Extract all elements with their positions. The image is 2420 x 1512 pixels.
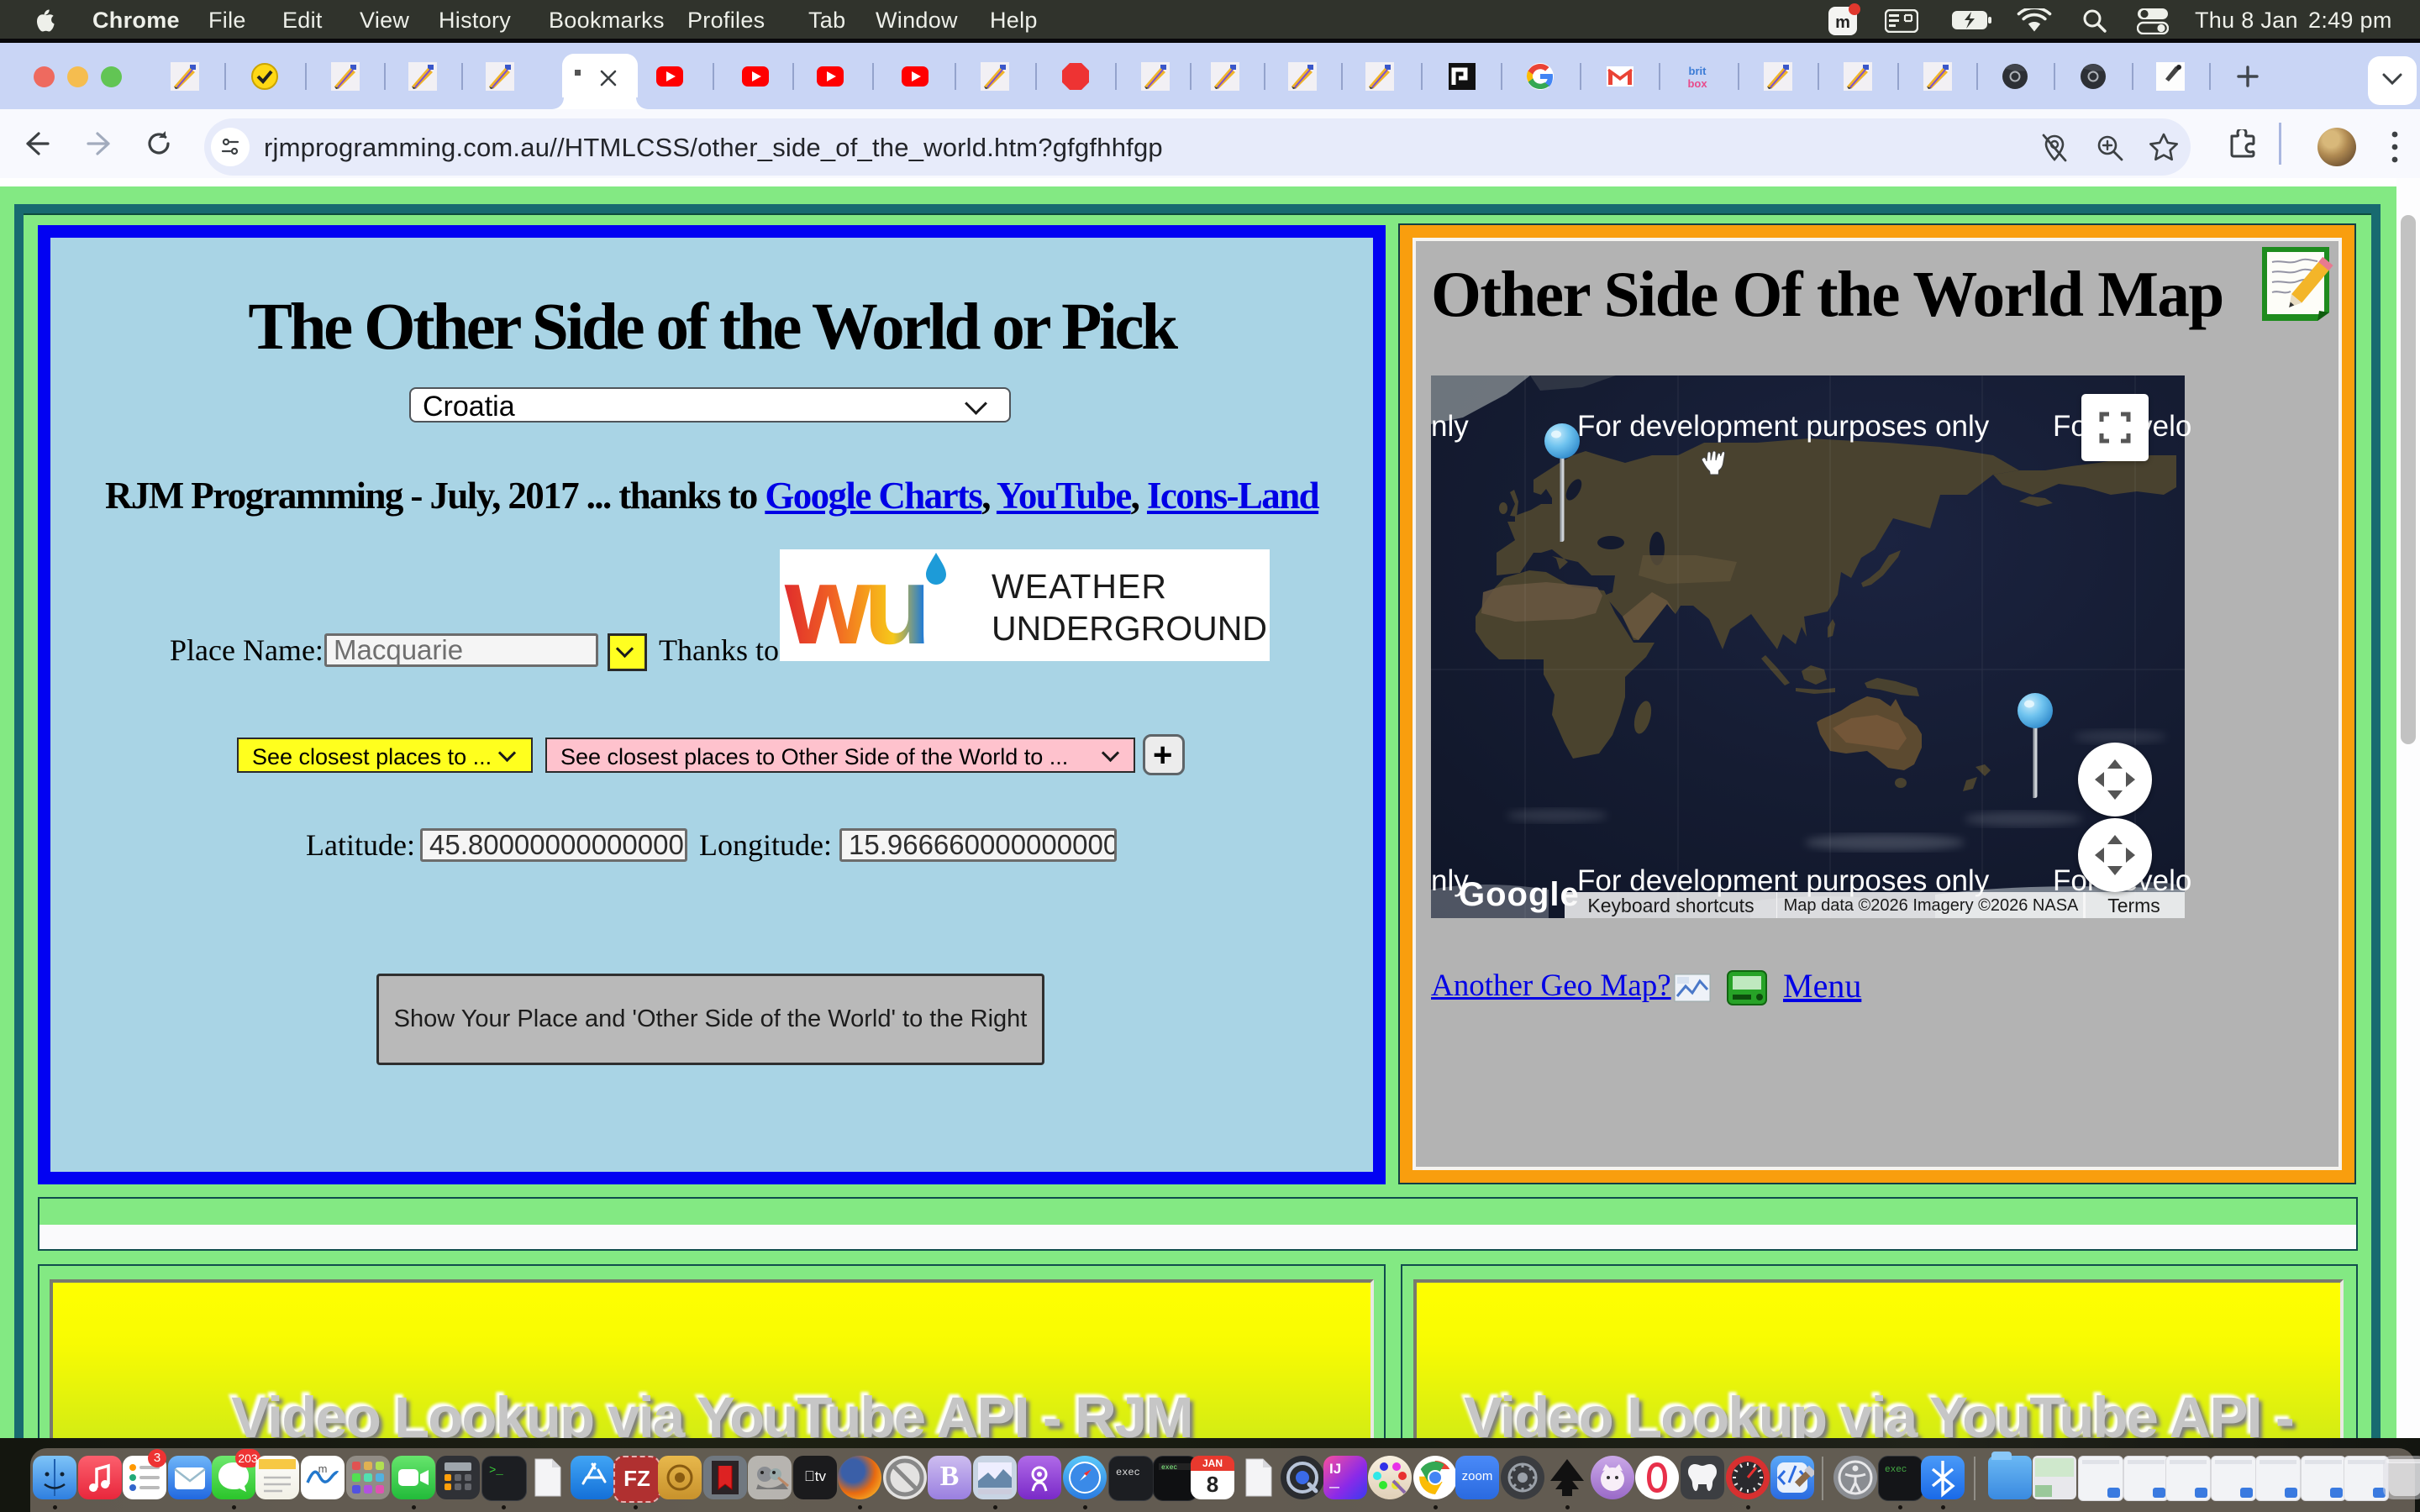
svg-text:exec: exec bbox=[1885, 1465, 1907, 1475]
svg-text:brit: brit bbox=[1689, 65, 1707, 77]
svg-text:WEATHER: WEATHER bbox=[992, 567, 1167, 606]
svg-text:box: box bbox=[1687, 77, 1707, 90]
svg-text:exec: exec bbox=[1161, 1464, 1177, 1472]
svg-text:wu: wu bbox=[784, 549, 924, 661]
svg-text:m: m bbox=[318, 1462, 328, 1475]
svg-text:exec: exec bbox=[1116, 1467, 1140, 1478]
svg-text:>_: >_ bbox=[489, 1464, 503, 1478]
svg-text:UNDERGROUND: UNDERGROUND bbox=[992, 609, 1267, 648]
